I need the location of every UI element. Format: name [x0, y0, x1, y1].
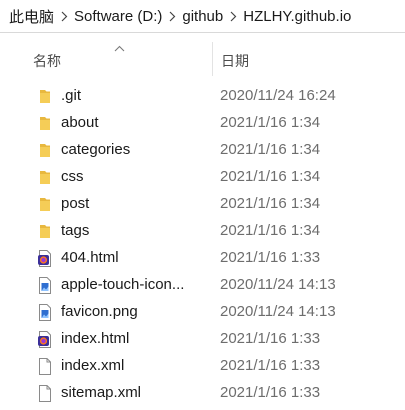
blank-file-icon	[37, 385, 53, 402]
file-name: post	[61, 195, 90, 212]
file-date: 2021/1/16 1:34	[220, 141, 321, 158]
file-name: index.xml	[61, 357, 125, 374]
file-date: 2021/1/16 1:34	[220, 114, 321, 131]
blank-file-icon	[37, 358, 53, 375]
file-date: 2021/1/16 1:34	[220, 195, 321, 212]
breadcrumb-github[interactable]: github	[179, 8, 226, 25]
file-name: index.html	[61, 330, 130, 347]
file-row[interactable]: categories 2021/1/16 1:34	[0, 137, 405, 164]
file-date: 2020/11/24 14:13	[220, 303, 336, 320]
file-row[interactable]: sitemap.xml 2021/1/16 1:33	[0, 380, 405, 407]
file-row[interactable]: tags 2021/1/16 1:34	[0, 218, 405, 245]
address-bar[interactable]: 此电脑 Software (D:) github HZLHY.github.io	[0, 0, 405, 33]
file-date: 2021/1/16 1:34	[220, 222, 321, 239]
file-date: 2020/11/24 16:24	[220, 87, 336, 104]
file-date: 2021/1/16 1:34	[220, 168, 321, 185]
folder-icon	[37, 196, 53, 213]
file-date: 2021/1/16 1:33	[220, 384, 321, 401]
file-row[interactable]: about 2021/1/16 1:34	[0, 110, 405, 137]
chevron-right-icon[interactable]	[226, 11, 240, 22]
image-file-icon	[37, 304, 53, 321]
file-row[interactable]: css 2021/1/16 1:34	[0, 164, 405, 191]
sort-ascending-icon	[114, 39, 125, 57]
file-row[interactable]: .git 2020/11/24 16:24	[0, 83, 405, 110]
file-name: tags	[61, 222, 90, 239]
folder-icon	[37, 115, 53, 132]
file-name: 404.html	[61, 249, 119, 266]
column-name-header[interactable]: 名称	[33, 51, 61, 71]
file-row[interactable]: index.xml 2021/1/16 1:33	[0, 353, 405, 380]
file-row[interactable]: post 2021/1/16 1:34	[0, 191, 405, 218]
folder-icon	[37, 142, 53, 159]
image-file-icon	[37, 277, 53, 294]
html-file-icon	[37, 331, 53, 348]
folder-icon	[37, 223, 53, 240]
chevron-right-icon[interactable]	[57, 11, 71, 22]
file-name: favicon.png	[61, 303, 138, 320]
file-date: 2020/11/24 14:13	[220, 276, 336, 293]
column-divider[interactable]	[212, 42, 213, 76]
file-row[interactable]: index.html 2021/1/16 1:33	[0, 326, 405, 353]
file-name: about	[61, 114, 99, 131]
file-row[interactable]: apple-touch-icon... 2020/11/24 14:13	[0, 272, 405, 299]
file-list: .git 2020/11/24 16:24 about 2021/1/16 1:34…	[0, 83, 405, 407]
breadcrumb-this-pc[interactable]: 此电脑	[6, 6, 57, 27]
file-name: sitemap.xml	[61, 384, 142, 401]
file-name: categories	[61, 141, 131, 158]
html-file-icon	[37, 250, 53, 267]
file-name: apple-touch-icon...	[61, 276, 185, 293]
file-date: 2021/1/16 1:33	[220, 357, 321, 374]
file-row[interactable]: favicon.png 2020/11/24 14:13	[0, 299, 405, 326]
file-name: .git	[61, 87, 82, 104]
breadcrumb-software-drive[interactable]: Software (D:)	[71, 8, 165, 25]
file-name: css	[61, 168, 84, 185]
folder-icon	[37, 88, 53, 105]
column-header: 名称 日期	[0, 34, 405, 80]
file-row[interactable]: 404.html 2021/1/16 1:33	[0, 245, 405, 272]
folder-icon	[37, 169, 53, 186]
column-date-header[interactable]: 日期	[221, 51, 249, 71]
file-date: 2021/1/16 1:33	[220, 249, 321, 266]
chevron-right-icon[interactable]	[165, 11, 179, 22]
file-date: 2021/1/16 1:33	[220, 330, 321, 347]
breadcrumb-hzlhy-github-io[interactable]: HZLHY.github.io	[240, 8, 354, 25]
